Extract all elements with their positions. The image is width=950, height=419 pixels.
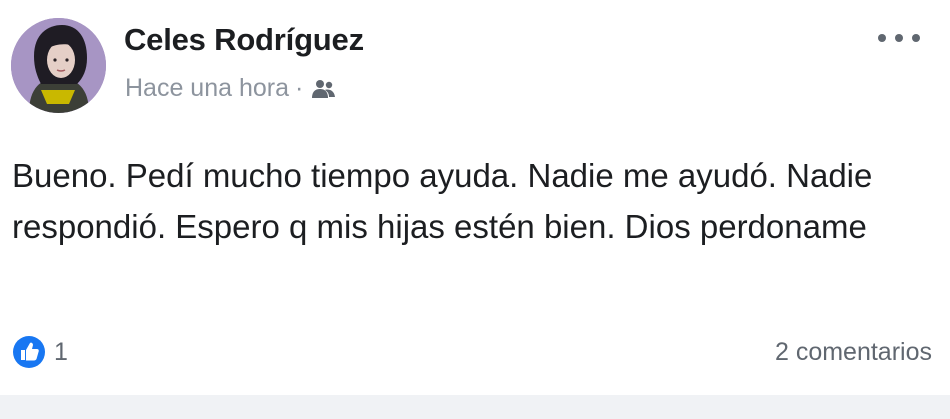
feed-divider (0, 395, 950, 419)
like-icon (13, 336, 45, 368)
avatar[interactable] (11, 18, 106, 113)
post-meta: Hace una hora · (125, 74, 337, 103)
post-text: Bueno. Pedí mucho tiempo ayuda. Nadie me… (12, 157, 873, 245)
reactions-count: 1 (54, 337, 68, 366)
post-timestamp[interactable]: Hace una hora (125, 74, 289, 103)
comments-count[interactable]: 2 comentarios (775, 338, 932, 367)
meta-separator: · (295, 74, 304, 102)
more-dot (912, 34, 920, 42)
more-options-icon[interactable] (878, 28, 920, 48)
author-name[interactable]: Celes Rodríguez (124, 22, 364, 58)
more-dot (878, 34, 886, 42)
reactions-summary[interactable]: 1 (12, 335, 68, 369)
more-dot (895, 34, 903, 42)
post-footer: 1 2 comentarios (12, 333, 932, 371)
avatar-image (11, 18, 106, 113)
friends-icon (309, 78, 337, 100)
facebook-post: Celes Rodríguez Hace una hora · Bueno. P… (0, 0, 950, 419)
